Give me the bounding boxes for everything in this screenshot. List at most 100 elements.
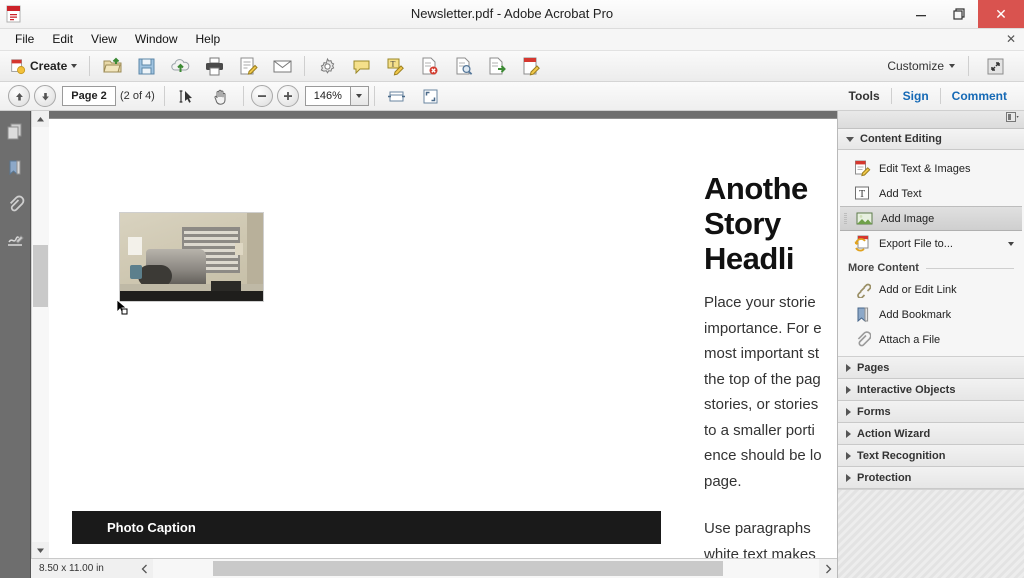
tab-sign[interactable]: Sign (892, 82, 940, 110)
task-tabs: Tools Sign Comment (838, 82, 1018, 110)
scroll-left-button[interactable] (135, 559, 153, 578)
paperclip-icon (854, 331, 871, 348)
chevron-down-icon (949, 64, 955, 68)
scroll-right-button[interactable] (819, 559, 837, 578)
select-text-icon[interactable] (171, 82, 203, 110)
next-page-button[interactable] (34, 85, 56, 107)
photo-bottles (130, 265, 142, 279)
photo-caption-bar[interactable]: Photo Caption (72, 511, 661, 544)
signatures-icon[interactable] (4, 229, 26, 251)
vertical-scroll-track[interactable] (32, 127, 49, 542)
link-icon (854, 281, 871, 298)
vertical-scrollbar[interactable] (31, 111, 49, 558)
search-document-icon[interactable] (447, 52, 479, 80)
create-button-label: Create (30, 59, 68, 73)
acrobat-window: Newsletter.pdf - Adobe Acrobat Pro ✕ Fil… (0, 0, 1024, 578)
tool-add-or-edit-link[interactable]: Add or Edit Link (838, 277, 1024, 302)
navigation-rail (0, 111, 31, 578)
email-icon[interactable] (266, 52, 298, 80)
section-header-text-recognition[interactable]: Text Recognition (838, 445, 1024, 467)
bookmarks-icon[interactable] (4, 157, 26, 179)
add-text-icon: T (854, 185, 871, 202)
tool-export-file-to[interactable]: Export File to... (838, 231, 1024, 256)
scroll-up-button[interactable] (32, 111, 49, 127)
tool-add-bookmark[interactable]: Add Bookmark (838, 302, 1024, 327)
section-header-content-editing[interactable]: Content Editing (838, 129, 1024, 150)
attachments-icon[interactable] (4, 193, 26, 215)
export-file-icon (854, 235, 871, 252)
page-number-input[interactable]: Page 2 (62, 86, 116, 106)
hand-icon[interactable] (205, 82, 237, 110)
article-column: Anothe Story Headli Place your storie im… (704, 171, 832, 558)
redact-icon[interactable] (413, 52, 445, 80)
section-header-protection[interactable]: Protection (838, 467, 1024, 489)
zoom-in-icon[interactable] (276, 85, 299, 107)
save-icon[interactable] (130, 52, 162, 80)
close-document-button[interactable]: ✕ (1006, 29, 1016, 50)
panel-top-bar (838, 111, 1024, 129)
tab-tools[interactable]: Tools (838, 82, 891, 110)
zoom-level-input[interactable]: 146% (304, 86, 351, 106)
tab-comment[interactable]: Comment (941, 82, 1018, 110)
headline-line: Anothe (704, 171, 808, 206)
panel-options-icon[interactable] (1006, 112, 1019, 127)
svg-text:T: T (859, 189, 865, 200)
gear-icon[interactable] (311, 52, 343, 80)
close-button[interactable]: ✕ (978, 0, 1024, 28)
edit-pdf-icon[interactable] (515, 52, 547, 80)
tool-label: Edit Text & Images (879, 162, 971, 175)
minimize-button[interactable] (902, 0, 940, 28)
menu-view[interactable]: View (82, 29, 126, 50)
body-line: importance. For e (704, 319, 822, 337)
menu-help[interactable]: Help (187, 29, 230, 50)
tool-attach-a-file[interactable]: Attach a File (838, 327, 1024, 352)
tool-add-image[interactable]: Add Image (840, 206, 1022, 231)
horizontal-scroll-thumb[interactable] (213, 561, 723, 576)
chevron-right-icon (846, 363, 851, 372)
chevron-down-icon[interactable] (1008, 241, 1014, 246)
section-header-pages[interactable]: Pages (838, 357, 1024, 379)
fit-page-icon[interactable] (415, 82, 447, 110)
menu-window[interactable]: Window (126, 29, 187, 50)
tool-edit-text-and-images[interactable]: Edit Text & Images (838, 156, 1024, 181)
section-header-action-wizard[interactable]: Action Wizard (838, 423, 1024, 445)
print-icon[interactable] (198, 52, 230, 80)
maximize-button[interactable] (940, 0, 978, 28)
photo-wall-paper (128, 237, 142, 255)
expand-icon[interactable] (979, 52, 1011, 80)
section-title: Pages (857, 361, 890, 374)
headline-line: Story (704, 206, 781, 241)
tool-add-text[interactable]: T Add Text (838, 181, 1024, 206)
photo-monitor (211, 281, 241, 291)
section-header-interactive-objects[interactable]: Interactive Objects (838, 379, 1024, 401)
comment-bubble-icon[interactable] (345, 52, 377, 80)
photo-caption-text: Photo Caption (107, 520, 196, 535)
zoom-dropdown-button[interactable] (350, 86, 369, 106)
customize-button[interactable]: Customize (883, 59, 959, 73)
section-header-forms[interactable]: Forms (838, 401, 1024, 423)
previous-page-button[interactable] (8, 85, 30, 107)
create-pdf-icon (9, 58, 26, 75)
create-button[interactable]: Create (6, 52, 84, 80)
open-file-icon[interactable] (96, 52, 128, 80)
zoom-out-icon[interactable] (250, 85, 273, 107)
export-icon[interactable] (481, 52, 513, 80)
fit-width-icon[interactable] (381, 82, 413, 110)
menu-edit[interactable]: Edit (43, 29, 82, 50)
highlight-text-icon[interactable]: T (379, 52, 411, 80)
cloud-upload-icon[interactable] (164, 52, 196, 80)
bookmark-icon (854, 306, 871, 323)
menu-file[interactable]: File (6, 29, 43, 50)
sign-document-icon[interactable] (232, 52, 264, 80)
vertical-scroll-thumb[interactable] (33, 245, 48, 307)
chevron-right-icon (846, 451, 851, 460)
pdf-page[interactable]: Anothe Story Headli Place your storie im… (36, 119, 837, 558)
horizontal-scroll-track[interactable] (153, 559, 819, 578)
chevron-down-icon (71, 64, 78, 68)
scroll-down-button[interactable] (32, 542, 49, 558)
document-photo[interactable] (119, 212, 264, 302)
page-thumbnails-icon[interactable] (4, 121, 26, 143)
page-nav-toolbar: Page 2 (2 of 4) 146% Tools Sign Comment (0, 82, 1024, 111)
subgroup-more-content: More Content (838, 256, 1024, 277)
toolbar-separator (373, 86, 375, 106)
